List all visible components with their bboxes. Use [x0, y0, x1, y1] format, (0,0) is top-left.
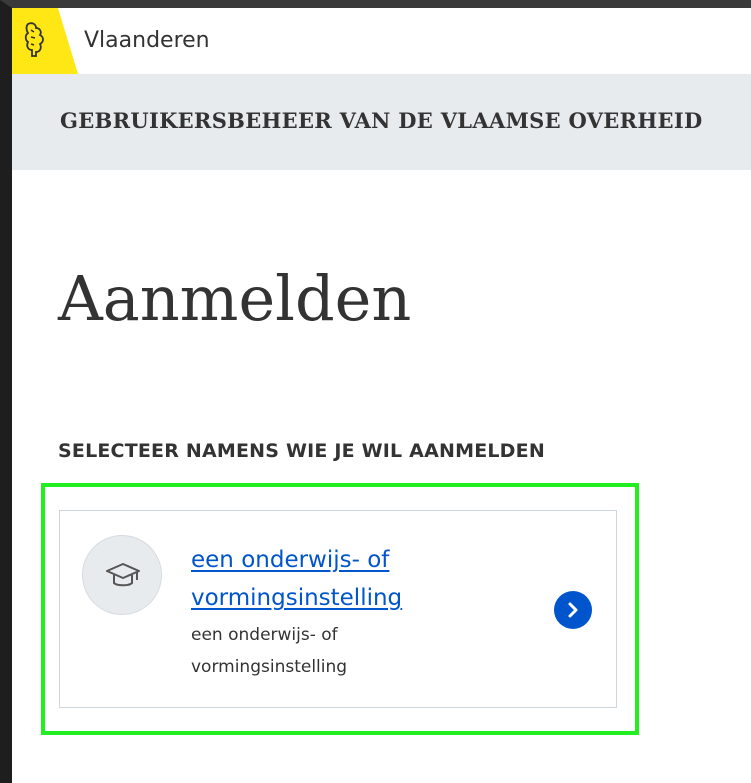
chevron-right-button[interactable] [554, 591, 592, 629]
app-title: GEBRUIKERSBEHEER VAN DE VLAAMSE OVERHEID [60, 108, 703, 133]
option-link[interactable]: een onderwijs- of vormingsinstelling [191, 541, 491, 617]
page-title: Aanmelden [58, 262, 412, 335]
flemish-lion-icon [24, 22, 44, 57]
app-header: GEBRUIKERSBEHEER VAN DE VLAAMSE OVERHEID [12, 74, 751, 170]
graduation-cap-icon [106, 563, 140, 587]
login-option-card[interactable]: een onderwijs- of vormingsinstelling een… [59, 510, 617, 708]
chevron-right-icon [568, 602, 578, 618]
section-label: SELECTEER NAMENS WIE JE WIL AANMELDEN [58, 440, 545, 462]
option-description: een onderwijs- of vormingsinstelling [191, 625, 348, 677]
option-avatar [82, 535, 162, 615]
brand-name[interactable]: Vlaanderen [84, 28, 210, 53]
top-bar: Vlaanderen [12, 8, 751, 74]
vlaanderen-logo[interactable] [12, 8, 78, 74]
